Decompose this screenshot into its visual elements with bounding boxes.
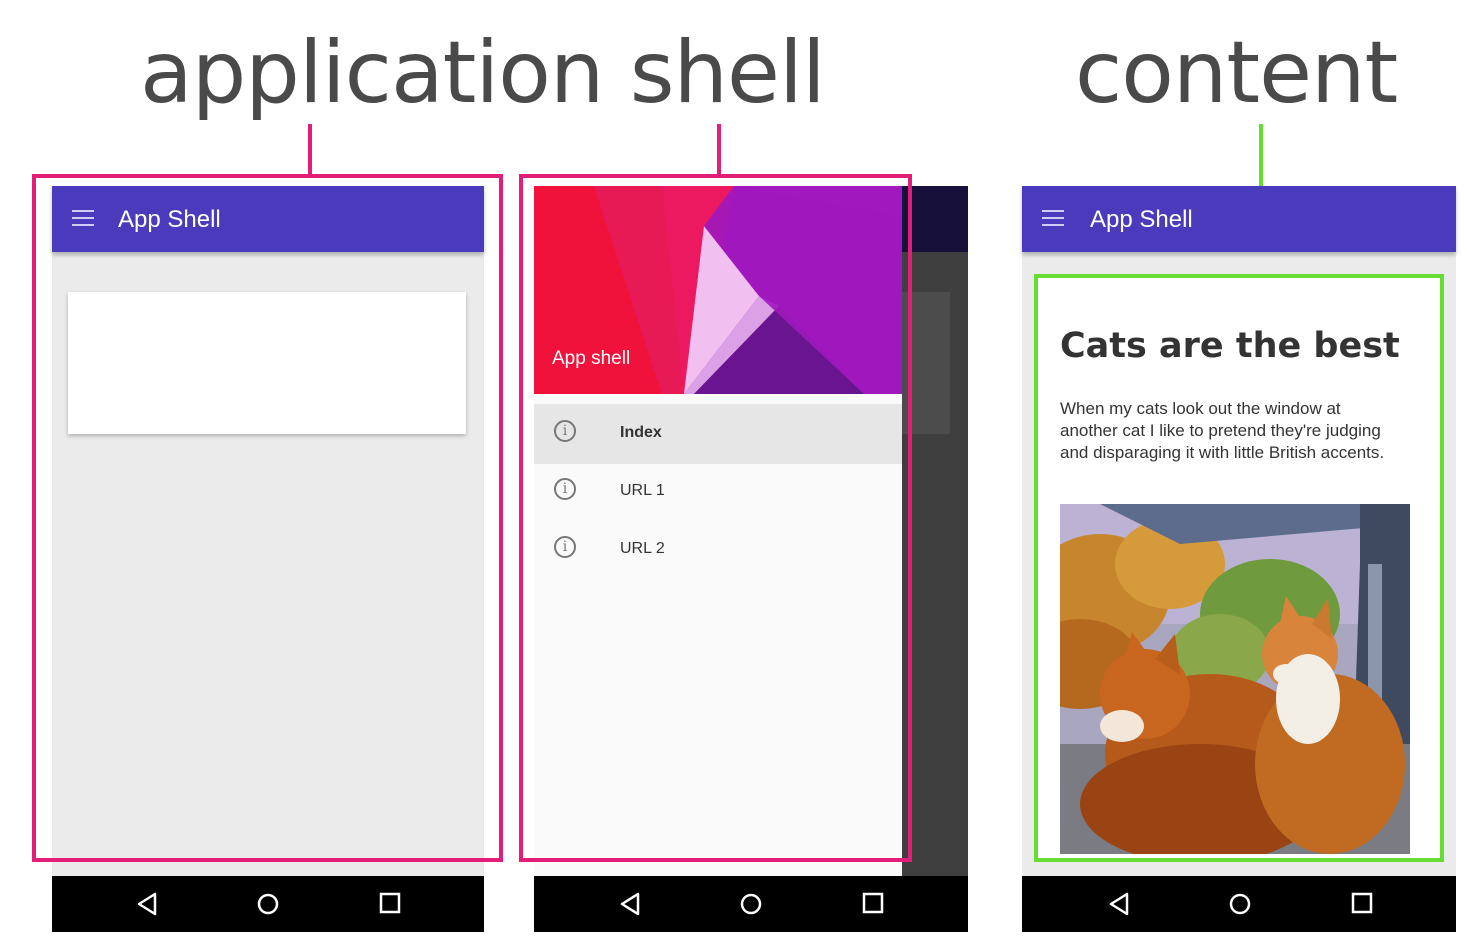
shell-connector-left (308, 124, 312, 176)
content-label: content (1075, 23, 1398, 123)
recents-nav-icon[interactable] (1351, 892, 1373, 914)
recents-nav-icon[interactable] (862, 892, 884, 914)
app-title: App Shell (1090, 206, 1193, 233)
home-nav-icon[interactable] (739, 892, 763, 916)
back-nav-icon[interactable] (136, 892, 158, 916)
phone-3-app-bar: App Shell (1022, 186, 1456, 252)
content-outline (1034, 274, 1444, 862)
back-nav-icon[interactable] (1108, 892, 1130, 916)
home-nav-icon[interactable] (256, 892, 280, 916)
shell-outline-2 (519, 174, 912, 862)
phone-2-nav-bar (534, 876, 968, 932)
home-nav-icon[interactable] (1228, 892, 1252, 916)
shell-outline-1 (32, 174, 503, 862)
menu-icon[interactable] (1042, 210, 1064, 228)
phone-1-nav-bar (52, 876, 484, 932)
recents-nav-icon[interactable] (379, 892, 401, 914)
shell-connector-right (717, 124, 721, 176)
phone-3-nav-bar (1022, 876, 1456, 932)
application-shell-label: application shell (140, 23, 826, 123)
back-nav-icon[interactable] (619, 892, 641, 916)
